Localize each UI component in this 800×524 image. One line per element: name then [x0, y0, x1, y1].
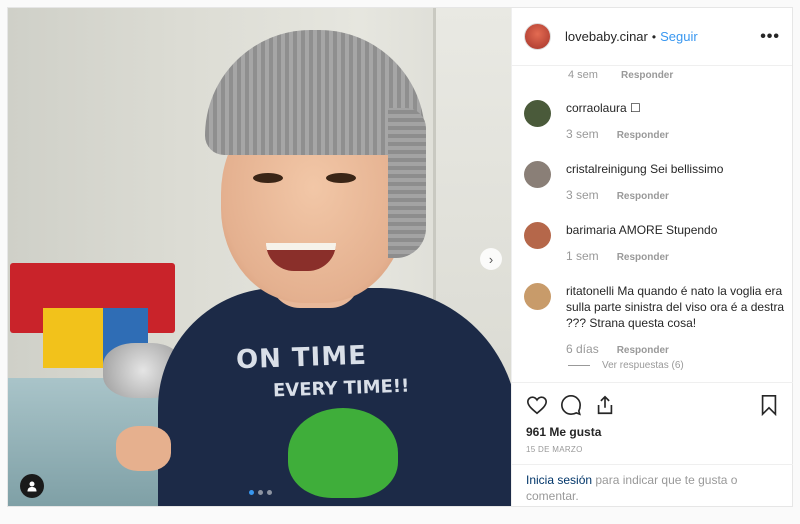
post-photo[interactable]: ON TIME EVERY TIME!! ›: [8, 8, 511, 506]
view-replies-label: Ver respuestas (6): [602, 360, 684, 371]
comment-icon[interactable]: [560, 394, 582, 416]
comment-item: corraolaura ☐ 3 sem Responder: [524, 100, 786, 144]
carousel-dot-2: [258, 490, 263, 495]
carousel-indicator: [249, 490, 272, 495]
commenter-username[interactable]: cristalreinigung: [566, 162, 647, 176]
comment-time: 4 sem: [568, 69, 598, 81]
comment-text: ☐: [630, 101, 641, 115]
commenter-avatar[interactable]: [524, 222, 551, 249]
comment-item: ritatonelli Ma quando é nato la voglia e…: [524, 283, 786, 359]
commenter-username[interactable]: corraolaura: [566, 101, 627, 115]
commenter-avatar[interactable]: [524, 283, 551, 310]
chevron-right-icon: ›: [488, 251, 494, 267]
view-replies-button[interactable]: Ver respuestas (6): [568, 360, 684, 371]
follow-button[interactable]: Seguir: [660, 29, 698, 44]
comment-text: Sei bellissimo: [650, 162, 724, 176]
post-actions: 961 Me gusta 15 DE MARZO: [512, 382, 793, 454]
child-hand: [116, 426, 171, 471]
comments-list[interactable]: 4 sem Responder corraolaura ☐ 3 sem Respo…: [512, 66, 793, 382]
tagged-users-button[interactable]: [20, 474, 44, 498]
child-eye-left: [253, 173, 283, 183]
view-replies-line: [568, 365, 590, 366]
reply-button[interactable]: Responder: [621, 70, 673, 81]
likes-count[interactable]: 961 Me gusta: [526, 425, 779, 439]
user-icon: [27, 481, 37, 492]
post-header: lovebaby.cinar • Seguir •••: [512, 8, 792, 66]
header-separator: •: [651, 29, 657, 44]
comment-item: barimaria AMORE Stupendo 1 sem Responder: [524, 222, 786, 266]
post-date: 15 DE MARZO: [526, 445, 583, 454]
bookmark-icon[interactable]: [759, 394, 779, 416]
author-username[interactable]: lovebaby.cinar: [565, 29, 648, 44]
knit-hat-side: [388, 108, 426, 258]
shirt-text-line1: ON TIME: [235, 340, 368, 376]
shirt-plane-print: [288, 408, 398, 498]
toy-yellow: [43, 308, 103, 368]
reply-button[interactable]: Responder: [617, 252, 669, 263]
next-photo-button[interactable]: ›: [480, 248, 502, 270]
login-link[interactable]: Inicia sesión: [526, 473, 592, 487]
heart-icon[interactable]: [526, 394, 548, 416]
comment-time: 3 sem: [566, 127, 599, 141]
carousel-dot-3: [267, 490, 272, 495]
author-avatar[interactable]: [524, 23, 551, 50]
comment-item: cristalreinigung Sei bellissimo 3 sem Res…: [524, 161, 786, 205]
commenter-avatar[interactable]: [524, 161, 551, 188]
comment-time: 6 días: [566, 342, 599, 356]
comment-time: 3 sem: [566, 188, 599, 202]
comment-text: AMORE Stupendo: [618, 223, 718, 237]
comment-time: 1 sem: [566, 249, 599, 263]
carousel-dot-1: [249, 490, 254, 495]
commenter-username[interactable]: ritatonelli: [566, 284, 614, 298]
reply-button[interactable]: Responder: [617, 130, 669, 141]
login-prompt: Inicia sesión para indicar que te gusta …: [512, 464, 793, 511]
reply-button[interactable]: Responder: [617, 345, 669, 356]
commenter-avatar[interactable]: [524, 100, 551, 127]
commenter-username[interactable]: barimaria: [566, 223, 616, 237]
reply-button[interactable]: Responder: [617, 191, 669, 202]
action-icons: [526, 391, 779, 419]
post-frame: ON TIME EVERY TIME!! › lovebaby.cinar • …: [7, 7, 793, 507]
share-icon[interactable]: [594, 394, 616, 416]
post-sidebar: lovebaby.cinar • Seguir ••• 4 sem Respon…: [511, 8, 793, 506]
child-eye-right: [326, 173, 356, 183]
comment-partial-meta: 4 sem Responder: [568, 69, 673, 81]
more-options-icon[interactable]: •••: [760, 28, 780, 46]
